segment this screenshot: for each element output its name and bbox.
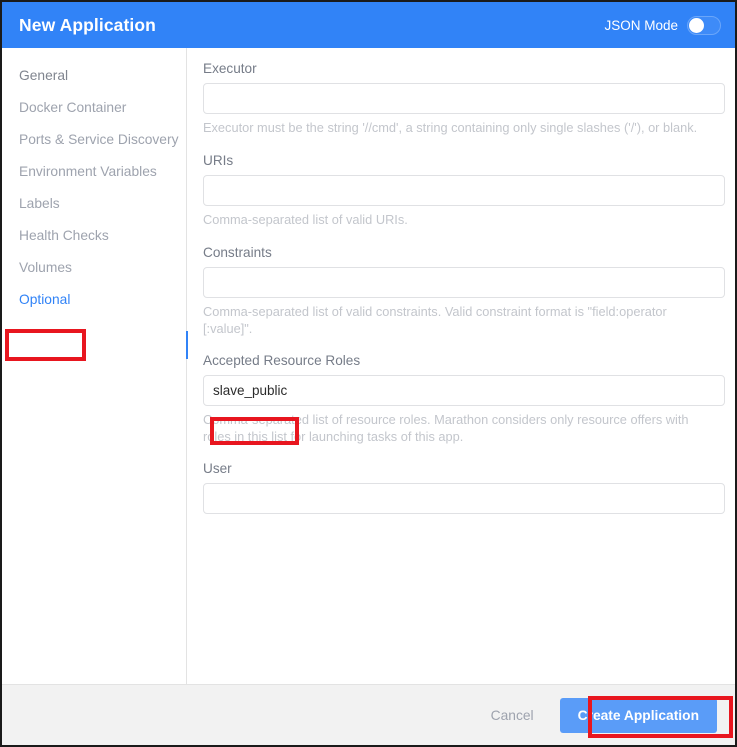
- field-uris: URIs Comma-separated list of valid URIs.: [203, 153, 725, 228]
- json-mode-toggle[interactable]: [687, 15, 721, 35]
- field-label: URIs: [203, 153, 234, 168]
- constraints-input[interactable]: [203, 267, 725, 298]
- sidebar-item-health-checks[interactable]: Health Checks: [2, 219, 186, 251]
- field-help-text: Comma-separated list of valid constraint…: [203, 304, 667, 336]
- optional-settings-form: Executor Executor must be the string '//…: [188, 48, 735, 684]
- json-mode-label: JSON Mode: [604, 17, 678, 33]
- field-label: Constraints: [203, 245, 272, 260]
- sidebar-item-label: General: [19, 67, 69, 83]
- field-constraints: Constraints Comma-separated list of vali…: [203, 245, 725, 337]
- new-application-dialog: New Application JSON Mode General Docker…: [0, 0, 737, 747]
- field-user: User: [203, 461, 725, 514]
- uris-input[interactable]: [203, 175, 725, 206]
- executor-input[interactable]: [203, 83, 725, 114]
- field-label: User: [203, 461, 232, 476]
- field-executor: Executor Executor must be the string '//…: [203, 61, 725, 136]
- sidebar-item-label: Docker Container: [19, 99, 127, 115]
- field-label: Accepted Resource Roles: [203, 353, 361, 368]
- user-input[interactable]: [203, 483, 725, 514]
- sidebar-item-label: Ports & Service Discovery: [19, 131, 179, 147]
- sidebar-item-ports-service-discovery[interactable]: Ports & Service Discovery: [2, 123, 186, 155]
- dialog-header: New Application JSON Mode: [2, 2, 735, 48]
- dialog-footer: Cancel Create Application: [2, 684, 735, 745]
- sidebar-item-label: Volumes: [19, 259, 72, 275]
- field-label: Executor: [203, 61, 257, 76]
- sidebar-item-label: Health Checks: [19, 227, 109, 243]
- json-mode-control[interactable]: JSON Mode: [604, 15, 721, 35]
- sidebar-item-volumes[interactable]: Volumes: [2, 251, 186, 283]
- sidebar-item-labels[interactable]: Labels: [2, 187, 186, 219]
- accepted-resource-roles-input[interactable]: [203, 375, 725, 406]
- sidebar-nav: General Docker Container Ports & Service…: [2, 48, 187, 684]
- create-application-button[interactable]: Create Application: [559, 697, 717, 733]
- sidebar-item-optional[interactable]: Optional: [2, 283, 186, 315]
- sidebar-item-label: Optional: [19, 291, 71, 307]
- field-accepted-resource-roles: Accepted Resource Roles Comma-separated …: [203, 353, 725, 445]
- page-title: New Application: [19, 14, 156, 35]
- sidebar-item-label: Labels: [19, 195, 60, 211]
- sidebar-item-label: Environment Variables: [19, 163, 157, 179]
- field-help-text: Comma-separated list of valid URIs.: [203, 212, 408, 227]
- field-help-text: Comma-separated list of resource roles. …: [203, 412, 689, 444]
- toggle-knob: [689, 17, 704, 33]
- sidebar-item-docker-container[interactable]: Docker Container: [2, 91, 186, 123]
- sidebar-item-environment-variables[interactable]: Environment Variables: [2, 155, 186, 187]
- cancel-button[interactable]: Cancel: [487, 702, 538, 729]
- sidebar-item-general[interactable]: General: [2, 59, 186, 91]
- field-help-text: Executor must be the string '//cmd', a s…: [203, 120, 698, 135]
- dialog-body: General Docker Container Ports & Service…: [2, 48, 735, 684]
